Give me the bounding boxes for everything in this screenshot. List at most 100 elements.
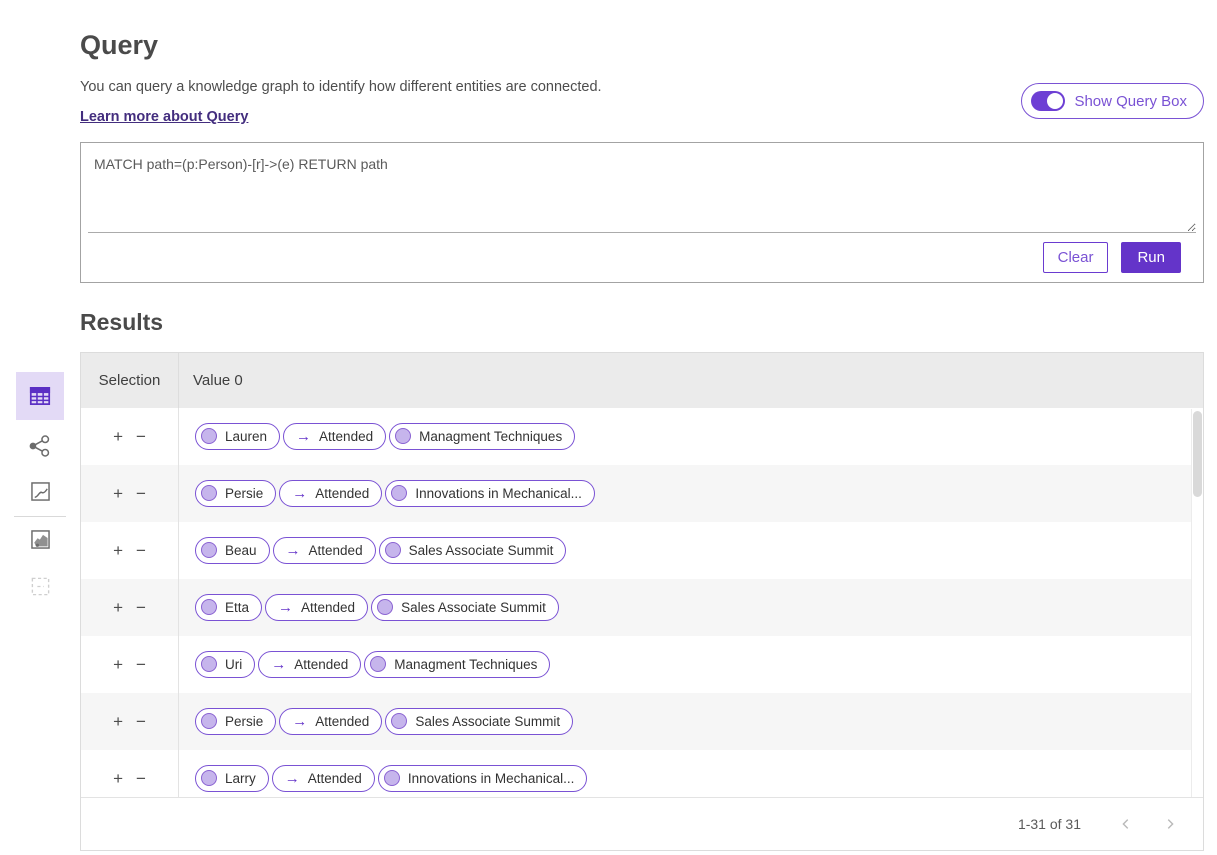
source-node-label: Larry [225,771,256,786]
source-node-chip[interactable]: Uri [195,651,255,678]
source-node-label: Persie [225,714,263,729]
node-circle-icon [201,542,217,558]
node-circle-icon [384,770,400,786]
relationship-chip[interactable]: → Attended [258,651,361,678]
query-input[interactable]: MATCH path=(p:Person)-[r]->(e) RETURN pa… [88,143,1196,233]
source-node-chip[interactable]: Beau [195,537,270,564]
relationship-chip[interactable]: → Attended [279,708,382,735]
target-node-chip[interactable]: Innovations in Mechanical... [378,765,588,792]
remove-row-button[interactable]: − [136,485,146,502]
vertical-scrollbar[interactable] [1191,409,1203,798]
target-node-chip[interactable]: Sales Associate Summit [379,537,567,564]
expand-row-button[interactable]: + [113,428,123,445]
remove-row-button[interactable]: − [136,713,146,730]
table-row: + − Etta → Attended Sales Associate Summ… [81,579,1203,636]
remove-row-button[interactable]: − [136,656,146,673]
sidebar-divider [14,516,66,517]
source-node-label: Lauren [225,429,267,444]
toggle-knob [1047,93,1063,109]
toggle-switch-icon[interactable] [1031,91,1065,111]
run-button[interactable]: Run [1121,242,1181,273]
table-row: + − Persie → Attended Innovations in Mec… [81,465,1203,522]
sidebar-item-map-view[interactable] [28,527,53,552]
relationship-label: Attended [308,771,362,786]
node-circle-icon [201,485,217,501]
sidebar-item-select-view [28,574,53,599]
node-circle-icon [201,770,217,786]
source-node-chip[interactable]: Lauren [195,423,280,450]
relationship-chip[interactable]: → Attended [283,423,386,450]
remove-row-button[interactable]: − [136,599,146,616]
row-selection-cell: + − [81,693,179,750]
pagination-range: 1-31 of 31 [1018,816,1081,832]
node-circle-icon [201,656,217,672]
relationship-label: Attended [315,714,369,729]
relationship-label: Attended [315,486,369,501]
graph-share-icon [27,433,53,459]
node-circle-icon [370,656,386,672]
target-node-chip[interactable]: Managment Techniques [364,651,550,678]
node-circle-icon [377,599,393,615]
pagination-controls [1119,817,1177,831]
expand-row-button[interactable]: + [113,485,123,502]
expand-row-button[interactable]: + [113,542,123,559]
row-value-cell: Larry → Attended Innovations in Mechanic… [179,750,587,798]
expand-row-button[interactable]: + [113,770,123,787]
sidebar-item-table-view[interactable] [16,372,64,420]
relationship-chip[interactable]: → Attended [265,594,368,621]
expand-row-button[interactable]: + [113,599,123,616]
source-node-chip[interactable]: Persie [195,708,276,735]
row-selection-cell: + − [81,579,179,636]
source-node-chip[interactable]: Larry [195,765,269,792]
table-icon [27,383,53,409]
results-table-body: + − Lauren → Attended Managment Techniqu… [81,408,1203,798]
source-node-chip[interactable]: Persie [195,480,276,507]
query-input-wrap: MATCH path=(p:Person)-[r]->(e) RETURN pa… [81,143,1203,233]
node-circle-icon [385,542,401,558]
target-node-label: Innovations in Mechanical... [408,771,575,786]
relationship-chip[interactable]: → Attended [279,480,382,507]
source-node-chip[interactable]: Etta [195,594,262,621]
remove-row-button[interactable]: − [136,542,146,559]
row-value-cell: Lauren → Attended Managment Techniques [179,408,575,465]
row-selection-cell: + − [81,465,179,522]
node-circle-icon [201,428,217,444]
remove-row-button[interactable]: − [136,770,146,787]
relationship-chip[interactable]: → Attended [273,537,376,564]
previous-page-button[interactable] [1119,817,1133,831]
clear-button[interactable]: Clear [1043,242,1109,273]
next-page-button[interactable] [1163,817,1177,831]
chevron-right-icon [1163,817,1177,831]
target-node-chip[interactable]: Sales Associate Summit [371,594,559,621]
toggle-label: Show Query Box [1074,93,1187,110]
expand-row-button[interactable]: + [113,713,123,730]
show-query-box-toggle[interactable]: Show Query Box [1021,83,1204,119]
arrow-right-icon: → [292,486,307,501]
target-node-chip[interactable]: Innovations in Mechanical... [385,480,595,507]
arrow-right-icon: → [296,429,311,444]
learn-more-link[interactable]: Learn more about Query [80,109,248,125]
dashed-square-icon [28,574,53,599]
relationship-chip[interactable]: → Attended [272,765,375,792]
row-value-cell: Persie → Attended Sales Associate Summit [179,693,573,750]
relationship-label: Attended [319,429,373,444]
node-circle-icon [201,713,217,729]
scrollbar-thumb[interactable] [1193,411,1202,497]
sidebar-item-graph-view[interactable] [27,433,53,459]
expand-row-button[interactable]: + [113,656,123,673]
map-icon [28,527,53,552]
row-value-cell: Etta → Attended Sales Associate Summit [179,579,559,636]
query-box: MATCH path=(p:Person)-[r]->(e) RETURN pa… [80,142,1204,283]
sidebar-item-chart-view[interactable] [28,479,53,504]
remove-row-button[interactable]: − [136,428,146,445]
node-circle-icon [391,713,407,729]
row-value-cell: Beau → Attended Sales Associate Summit [179,522,566,579]
results-heading: Results [80,309,1204,336]
target-node-chip[interactable]: Sales Associate Summit [385,708,573,735]
node-circle-icon [391,485,407,501]
results-table-header: Selection Value 0 [81,353,1203,408]
row-selection-cell: + − [81,636,179,693]
table-row: + − Beau → Attended Sales Associate Summ… [81,522,1203,579]
query-box-footer: Clear Run [81,233,1203,282]
target-node-chip[interactable]: Managment Techniques [389,423,575,450]
